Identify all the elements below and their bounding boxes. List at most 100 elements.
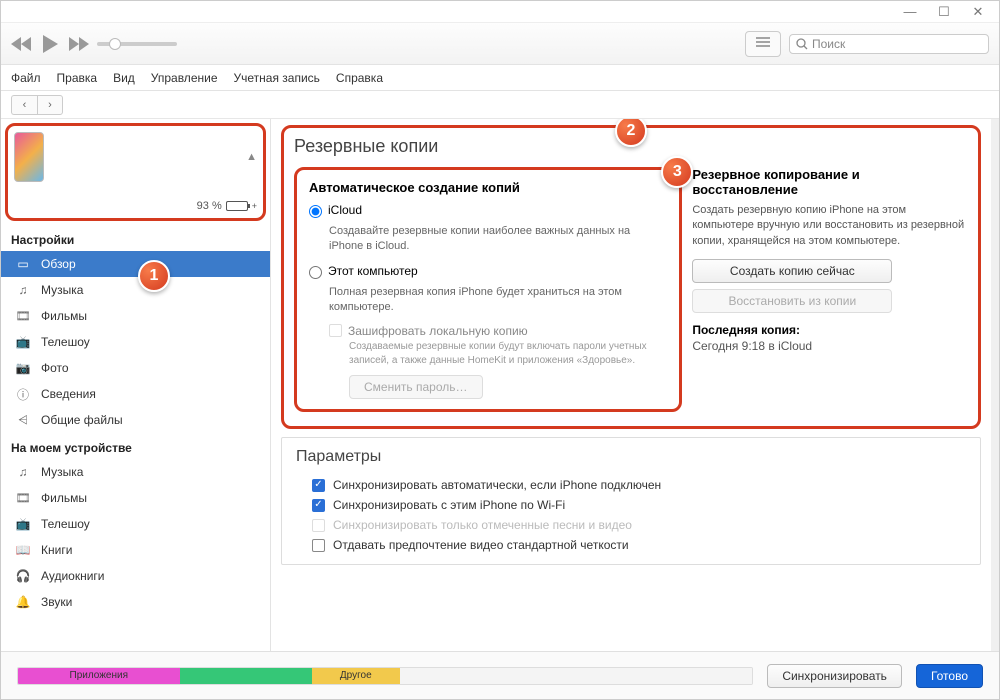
sidebar-item-info[interactable]: ⓘСведения (1, 381, 270, 407)
auto-backup-box: 3 Автоматическое создание копий iCloud С… (294, 167, 682, 412)
search-placeholder: Поиск (812, 37, 845, 51)
window-maximize-button[interactable]: ☐ (927, 3, 961, 21)
callout-1: 1 (138, 260, 170, 292)
opt-wifi-sync[interactable]: Синхронизировать с этим iPhone по Wi-Fi (312, 498, 966, 512)
bell-icon: 🔔 (15, 594, 31, 610)
player-toolbar: Поиск (1, 23, 999, 65)
list-icon (755, 36, 771, 48)
storage-segment-mid (180, 668, 312, 684)
encrypt-checkbox-row[interactable]: Зашифровать локальную копию (329, 324, 667, 338)
radio-local[interactable]: Этот компьютер (309, 264, 667, 279)
books-icon: 📖 (15, 542, 31, 558)
encrypt-checkbox[interactable] (329, 324, 342, 337)
callout-3: 3 (661, 156, 693, 188)
menu-controls[interactable]: Управление (151, 71, 218, 85)
sidebar-item-ondevice-movies[interactable]: 🎞Фильмы (1, 485, 270, 511)
sidebar-item-ondevice-music[interactable]: ♫Музыка (1, 459, 270, 485)
previous-track-button[interactable] (11, 36, 33, 52)
radio-icloud-input[interactable] (309, 205, 322, 218)
tv-icon: 📺 (15, 334, 31, 350)
sidebar-item-ondevice-tones[interactable]: 🔔Звуки (1, 589, 270, 615)
menubar: Файл Правка Вид Управление Учетная запис… (1, 65, 999, 91)
sidebar-item-tv[interactable]: 📺Телешоу (1, 329, 270, 355)
done-button[interactable]: Готово (916, 664, 983, 688)
device-thumbnail-icon (14, 132, 44, 182)
scrollbar[interactable] (991, 119, 999, 651)
sidebar-item-ondevice-books[interactable]: 📖Книги (1, 537, 270, 563)
storage-segment-apps: Приложения (18, 668, 180, 684)
auto-backup-title: Автоматическое создание копий (309, 180, 667, 195)
next-track-button[interactable] (67, 36, 89, 52)
footer-bar: Приложения Другое Синхронизировать Готов… (1, 651, 999, 699)
search-icon (796, 38, 808, 50)
backup-now-button[interactable]: Создать копию сейчас (692, 259, 892, 283)
restore-backup-button[interactable]: Восстановить из копии (692, 289, 892, 313)
menu-help[interactable]: Справка (336, 71, 383, 85)
backup-section: Резервные копии 3 Автоматическое создани… (281, 125, 981, 429)
checkbox-icon[interactable] (312, 499, 325, 512)
app-window: — ☐ ✕ Поиск Файл Правка Вид Управление У… (0, 0, 1000, 700)
play-button[interactable] (41, 34, 59, 54)
radio-local-input[interactable] (309, 266, 322, 279)
battery-icon (226, 201, 248, 211)
manual-backup-desc: Создать резервную копию iPhone на этом к… (692, 203, 968, 249)
audiobooks-icon: 🎧 (15, 568, 31, 584)
charging-icon: + (252, 201, 257, 211)
device-panel: ▲ 93 % + (5, 123, 266, 221)
sidebar-item-movies[interactable]: 🎞Фильмы (1, 303, 270, 329)
encrypt-hint: Создаваемые резервные копии будут включа… (349, 340, 667, 367)
parameters-title: Параметры (296, 448, 966, 466)
storage-segment-other: Другое (312, 668, 400, 684)
storage-bar: Приложения Другое (17, 667, 753, 685)
tv-icon: 📺 (15, 516, 31, 532)
sidebar-ondevice-list: ♫Музыка 🎞Фильмы 📺Телешоу 📖Книги 🎧Аудиокн… (1, 459, 270, 615)
sidebar-item-ondevice-tv[interactable]: 📺Телешоу (1, 511, 270, 537)
sync-button[interactable]: Синхронизировать (767, 664, 902, 688)
view-mode-toggle[interactable] (745, 31, 781, 57)
menu-file[interactable]: Файл (11, 71, 41, 85)
movies-icon: 🎞 (15, 490, 31, 506)
change-password-button[interactable]: Сменить пароль… (349, 375, 483, 399)
sidebar: ▲ 93 % + Настройки 1 ▭Обзор ♫Музыка 🎞Фил… (1, 119, 271, 651)
local-hint: Полная резервная копия iPhone будет хран… (329, 285, 667, 315)
sidebar-item-files[interactable]: ⩤Общие файлы (1, 407, 270, 433)
sidebar-settings-list: ▭Обзор ♫Музыка 🎞Фильмы 📺Телешоу 📷Фото ⓘС… (1, 251, 270, 433)
window-close-button[interactable]: ✕ (961, 3, 995, 21)
music-icon: ♫ (15, 282, 31, 298)
eject-button[interactable]: ▲ (246, 151, 257, 163)
sidebar-settings-header: Настройки (1, 225, 270, 251)
movies-icon: 🎞 (15, 308, 31, 324)
manual-backup-title: Резервное копирование и восстановление (692, 167, 968, 197)
checkbox-icon[interactable] (312, 479, 325, 492)
sidebar-item-photos[interactable]: 📷Фото (1, 355, 270, 381)
window-minimize-button[interactable]: — (893, 3, 927, 21)
icloud-hint: Создавайте резервные копии наиболее важн… (329, 224, 667, 254)
opt-marked-only: Синхронизировать только отмеченные песни… (312, 518, 966, 532)
opt-sd-video[interactable]: Отдавать предпочтение видео стандартной … (312, 538, 966, 552)
last-backup-label: Последняя копия: (692, 323, 968, 337)
radio-icloud[interactable]: iCloud (309, 203, 667, 218)
sidebar-item-music[interactable]: ♫Музыка (1, 277, 270, 303)
nav-back-button[interactable]: ‹ (11, 95, 37, 115)
content-panel: 2 Резервные копии 3 Автоматическое созда… (271, 119, 991, 651)
last-backup-value: Сегодня 9:18 в iCloud (692, 339, 968, 353)
files-icon: ⩤ (15, 412, 31, 428)
nav-forward-button[interactable]: › (37, 95, 63, 115)
volume-slider[interactable] (97, 42, 177, 46)
battery-status: 93 % + (14, 200, 257, 212)
menu-view[interactable]: Вид (113, 71, 135, 85)
menu-edit[interactable]: Правка (57, 71, 98, 85)
checkbox-icon[interactable] (312, 539, 325, 552)
opt-auto-sync[interactable]: Синхронизировать автоматически, если iPh… (312, 478, 966, 492)
info-icon: ⓘ (15, 386, 31, 402)
battery-percent: 93 % (197, 200, 222, 212)
main-area: ▲ 93 % + Настройки 1 ▭Обзор ♫Музыка 🎞Фил… (1, 119, 999, 651)
music-icon: ♫ (15, 464, 31, 480)
menu-account[interactable]: Учетная запись (234, 71, 320, 85)
manual-backup-col: Резервное копирование и восстановление С… (692, 167, 968, 412)
sidebar-item-overview[interactable]: ▭Обзор (1, 251, 270, 277)
sidebar-item-ondevice-audiobooks[interactable]: 🎧Аудиокниги (1, 563, 270, 589)
volume-knob[interactable] (109, 38, 121, 50)
photo-icon: 📷 (15, 360, 31, 376)
search-input[interactable]: Поиск (789, 34, 989, 54)
